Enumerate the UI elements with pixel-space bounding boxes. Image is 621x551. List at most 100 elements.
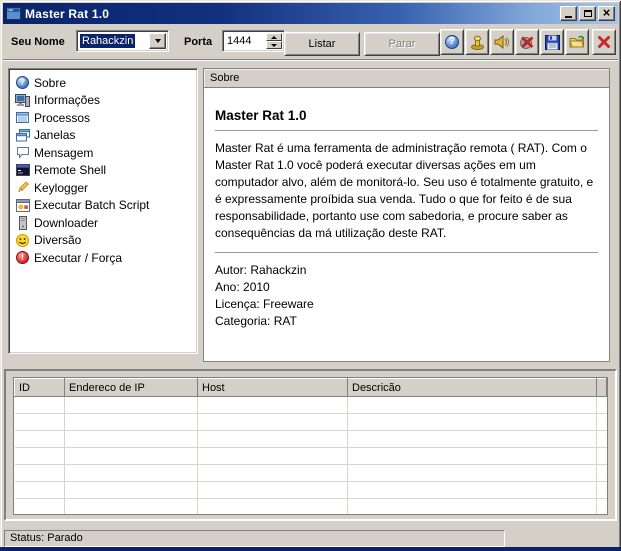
batch-window-icon [15, 198, 30, 212]
mute-icon [519, 35, 535, 50]
listar-button[interactable]: Listar [284, 32, 360, 56]
sidebar-item-label: Executar / Força [34, 250, 123, 265]
sidebar-item-keylogger[interactable]: Keylogger [13, 179, 197, 197]
sidebar-item-diversao[interactable]: Diversão [13, 232, 197, 250]
speaker-button[interactable] [490, 29, 514, 55]
table-row [14, 430, 607, 448]
combobox-dropdown-button[interactable] [149, 33, 166, 49]
pencil-icon [15, 181, 30, 194]
content-panel-header: Sobre [204, 69, 609, 88]
arrow-down-icon [271, 43, 277, 47]
table-row [14, 396, 607, 414]
connections-panel: ID Endereco de IP Host Descricão [4, 369, 617, 521]
sidebar-item-label: Executar Batch Script [34, 198, 150, 213]
table-row [14, 498, 607, 514]
sidebar-item-label: Diversão [34, 233, 82, 248]
content-title: Master Rat 1.0 [215, 108, 307, 123]
app-window: Master Rat 1.0 × Seu Nome Rahackzin Port… [0, 0, 621, 551]
status-bar: Status: Parado [4, 530, 505, 547]
save-button[interactable] [540, 29, 564, 55]
window-title: Master Rat 1.0 [25, 6, 110, 21]
sidebar-item-label: Sobre [34, 75, 67, 90]
name-combobox-value: Rahackzin [80, 34, 136, 48]
sidebar-item-label: Mensagem [34, 145, 94, 160]
help-button[interactable]: ? [440, 29, 464, 55]
help-icon: ? [445, 35, 459, 49]
column-header-host[interactable]: Host [197, 378, 348, 397]
about-paragraph: Master Rat é uma ferramenta de administr… [215, 141, 594, 240]
close-icon: × [602, 5, 611, 20]
maximize-button[interactable] [579, 6, 596, 21]
save-icon [544, 34, 560, 50]
spin-down-button[interactable] [266, 41, 282, 49]
sidebar-item-label: Informações [34, 93, 101, 108]
sidebar-item-executar-forca[interactable]: ! Executar / Força [13, 249, 197, 267]
column-header-descricao[interactable]: Descricão [347, 378, 597, 397]
port-spinner[interactable]: 1444 [222, 30, 285, 52]
toolbar: Seu Nome Rahackzin Porta 1444 Listar Par… [3, 24, 618, 60]
sidebar-item-sobre[interactable]: ? Sobre [13, 74, 197, 92]
divider [215, 252, 598, 253]
sidebar-item-remote-shell[interactable]: Remote Shell [13, 162, 197, 180]
name-combobox[interactable]: Rahackzin [76, 30, 169, 52]
sidebar-item-label: Processos [34, 110, 91, 125]
close-button[interactable]: × [598, 6, 615, 21]
app-icon [6, 7, 21, 20]
alert-icon: ! [16, 251, 29, 265]
alarm-plunger-icon [470, 35, 485, 50]
open-file-button[interactable] [565, 29, 589, 55]
table-row [14, 447, 607, 465]
sidebar-item-label: Downloader [34, 215, 99, 230]
content-panel: Sobre Master Rat 1.0 Master Rat é uma fe… [203, 68, 610, 362]
speech-bubble-icon [15, 146, 30, 160]
minimize-button[interactable] [560, 6, 577, 21]
sidebar-item-downloader[interactable]: Downloader [13, 214, 197, 232]
title-bar: Master Rat 1.0 × [3, 3, 618, 24]
console-icon [15, 164, 30, 177]
arrow-up-icon [271, 35, 277, 39]
tower-pc-icon [15, 215, 30, 230]
computer-icon [15, 93, 30, 107]
license-line: Licença: Freeware [215, 297, 314, 311]
sidebar-item-mensagem[interactable]: Mensagem [13, 144, 197, 162]
year-line: Ano: 2010 [215, 280, 270, 294]
sidebar-item-label: Keylogger [34, 180, 89, 195]
column-header-id[interactable]: ID [14, 378, 65, 397]
name-label: Seu Nome [11, 36, 65, 48]
table-row [14, 413, 607, 431]
window-bottom-edge [0, 547, 621, 551]
mute-button[interactable] [515, 29, 539, 55]
smiley-icon [15, 233, 30, 247]
open-folder-icon [569, 35, 585, 49]
divider [215, 130, 598, 131]
list-icon [15, 111, 30, 124]
table-row [14, 464, 607, 482]
spin-up-button[interactable] [266, 33, 282, 41]
maximize-icon [583, 10, 592, 17]
sidebar-item-label: Janelas [34, 128, 76, 143]
sidebar-item-label: Remote Shell [34, 163, 107, 178]
exit-icon [597, 35, 611, 49]
connections-table-body [14, 396, 607, 514]
category-line: Categoria: RAT [215, 314, 297, 328]
icon-toolbar: ? [440, 29, 616, 55]
minimize-icon [565, 16, 572, 18]
sidebar-item-informacoes[interactable]: Informações [13, 92, 197, 110]
alarm-button[interactable] [465, 29, 489, 55]
help-icon: ? [16, 76, 29, 90]
parar-button[interactable]: Parar [364, 32, 440, 56]
author-line: Autor: Rahackzin [215, 263, 307, 277]
windows-icon [15, 128, 30, 142]
exit-button[interactable] [592, 29, 616, 55]
sidebar-item-batch-script[interactable]: Executar Batch Script [13, 197, 197, 215]
sidebar-menu: ? Sobre Informações Processos Janelas Me… [8, 68, 198, 354]
column-header-ip[interactable]: Endereco de IP [64, 378, 198, 397]
sidebar-item-janelas[interactable]: Janelas [13, 127, 197, 145]
port-value: 1444 [227, 35, 252, 47]
speaker-icon [494, 35, 510, 49]
column-header-filler [596, 378, 607, 397]
port-label: Porta [184, 36, 213, 48]
table-row [14, 481, 607, 499]
chevron-down-icon [154, 39, 161, 43]
sidebar-item-processos[interactable]: Processos [13, 109, 197, 127]
